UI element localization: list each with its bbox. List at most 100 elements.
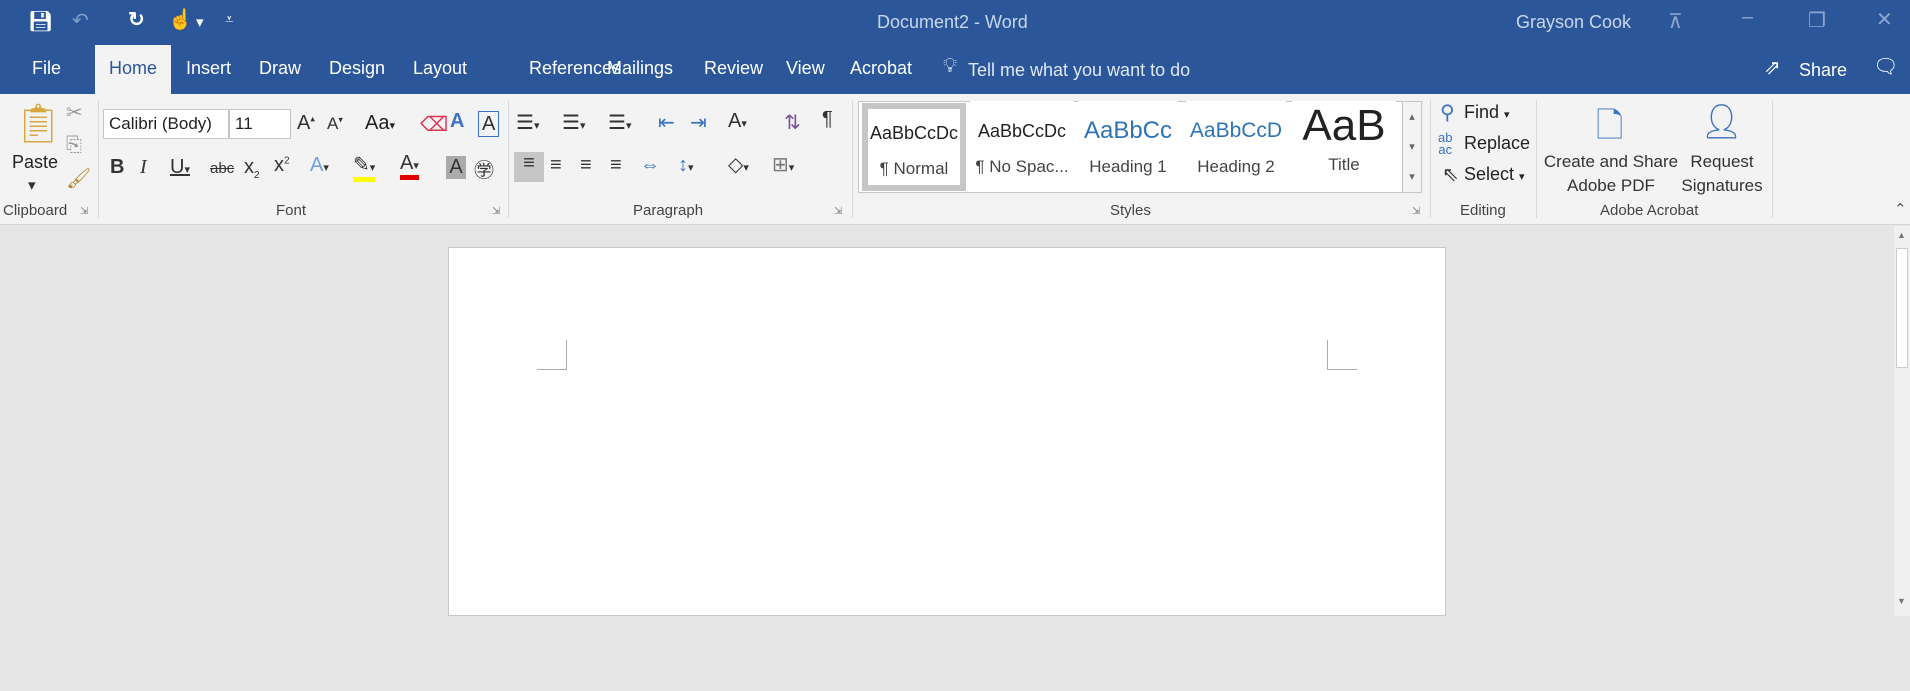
format-painter-icon[interactable]: 🖌︎ — [66, 166, 91, 191]
ribbon-display-icon[interactable]: ⊼ — [1668, 9, 1683, 34]
grow-font-icon[interactable]: A▴ — [297, 112, 315, 135]
character-shading-icon[interactable]: A — [446, 156, 466, 179]
lightbulb-icon: 💡︎ — [943, 55, 957, 77]
styles-group-label: Styles — [1110, 202, 1151, 219]
undo-icon[interactable]: ↶ — [72, 8, 89, 33]
font-name-value: Calibri (Body) — [109, 114, 212, 133]
change-case-label: Aa — [365, 112, 390, 134]
tab-design[interactable]: Design — [317, 45, 397, 94]
italic-icon[interactable]: I — [140, 156, 147, 179]
copy-icon[interactable]: ⎘ — [66, 134, 82, 157]
save-icon[interactable]: 💾︎ — [28, 9, 53, 34]
dialog-launcher-icon[interactable]: ⇲ — [80, 206, 88, 217]
tell-me-input[interactable]: Tell me what you want to do — [968, 60, 1190, 81]
ribbon: 📋︎ Paste ▾ ✂ ⎘ 🖌︎ Clipboard ⇲ Calibri (B… — [0, 94, 1910, 225]
style-heading-2[interactable]: AaBbCcD Heading 2 — [1186, 101, 1286, 183]
ribbon-tabs: File Home Insert Draw Design Layout Refe… — [0, 45, 1910, 94]
chevron-down-icon[interactable]: ▾ — [196, 13, 204, 31]
clear-formatting-icon[interactable]: ⌫ — [420, 112, 448, 137]
text-effects-abc-icon[interactable]: A — [450, 110, 464, 133]
tab-view[interactable]: View — [774, 45, 837, 94]
styles-scroll[interactable]: ▴ ▾ ▾ — [1402, 101, 1422, 193]
tab-home[interactable]: Home — [95, 45, 171, 94]
tab-insert[interactable]: Insert — [174, 45, 243, 94]
subscript-icon[interactable]: x2 — [244, 156, 260, 181]
redo-icon[interactable]: ↻ — [128, 7, 145, 32]
touch-mode-icon[interactable]: ☝ — [168, 7, 193, 32]
shrink-font-icon[interactable]: A▾ — [327, 114, 343, 134]
request-signatures-button[interactable]: Request Signatures — [1678, 150, 1766, 198]
borders-icon[interactable]: ⊞▾ — [772, 152, 794, 177]
multilevel-list-icon[interactable]: ☰▾ — [608, 110, 631, 135]
restore-icon[interactable]: ❐ — [1808, 8, 1826, 33]
bold-icon[interactable]: B — [110, 156, 124, 179]
change-case-button[interactable]: Aa▾ — [365, 112, 395, 135]
align-right-icon[interactable]: ≡ — [580, 154, 592, 177]
dialog-launcher-icon[interactable]: ⇲ — [834, 206, 842, 217]
replace-button[interactable]: Replace — [1464, 133, 1530, 154]
show-formatting-icon[interactable]: ¶ — [822, 108, 833, 131]
vertical-scrollbar[interactable]: ▲ ▼ — [1894, 226, 1910, 616]
character-border-icon[interactable]: A — [478, 111, 500, 137]
document-page[interactable] — [448, 247, 1446, 616]
line-spacing-icon[interactable]: ↕▾ — [678, 154, 694, 177]
font-name-combobox[interactable]: Calibri (Body) — [103, 109, 229, 139]
style-no-spacing[interactable]: AaBbCcDc ¶ No Spac... — [970, 101, 1074, 183]
sort-icon[interactable]: ⇅ — [784, 110, 801, 135]
style-normal[interactable]: AaBbCcDc ¶ Normal — [862, 103, 966, 191]
tab-layout[interactable]: Layout — [401, 45, 479, 94]
justify-icon[interactable]: ≡ — [610, 154, 622, 177]
paste-button[interactable]: Paste — [12, 152, 58, 173]
enclose-characters-icon[interactable]: ㊫ — [474, 154, 494, 183]
tab-mailings[interactable]: Mailings — [595, 45, 685, 94]
distributed-icon[interactable]: ⇔ — [640, 154, 660, 177]
user-name[interactable]: Grayson Cook — [1516, 12, 1631, 33]
select-label: Select — [1464, 164, 1515, 184]
dialog-launcher-icon[interactable]: ⇲ — [1412, 206, 1420, 217]
dialog-launcher-icon[interactable]: ⇲ — [492, 206, 500, 217]
increase-indent-icon[interactable]: ⇥ — [690, 110, 707, 135]
strikethrough-icon[interactable]: abc — [210, 160, 234, 177]
tab-draw[interactable]: Draw — [247, 45, 313, 94]
collapse-ribbon-icon[interactable]: ⌃ — [1894, 200, 1907, 218]
bullets-icon[interactable]: ☰▾ — [516, 110, 539, 135]
text-effects-icon[interactable]: A▾ — [310, 154, 329, 177]
cut-icon[interactable]: ✂ — [66, 100, 83, 125]
request-signatures-icon[interactable]: 👤︎ — [1700, 102, 1743, 142]
align-left-icon[interactable]: ≡ — [514, 152, 544, 182]
comments-icon[interactable]: 🗨︎ — [1873, 54, 1898, 79]
decrease-indent-icon[interactable]: ⇤ — [658, 110, 675, 135]
select-button[interactable]: Select ▾ — [1464, 164, 1525, 185]
shading-icon[interactable]: ◇▾ — [728, 152, 749, 177]
tab-review[interactable]: Review — [692, 45, 775, 94]
style-title[interactable]: AaB Title — [1292, 101, 1396, 183]
scrollbar-thumb[interactable] — [1896, 248, 1908, 368]
scroll-down-icon[interactable]: ▼ — [1897, 596, 1906, 606]
chevron-down-icon[interactable]: ▾ — [28, 176, 36, 194]
share-icon[interactable]: ⇗ — [1764, 55, 1781, 80]
underline-icon[interactable]: U▾ — [170, 156, 190, 179]
find-button[interactable]: Find ▾ — [1464, 102, 1510, 123]
tab-acrobat[interactable]: Acrobat — [838, 45, 924, 94]
style-heading-1[interactable]: AaBbCc Heading 1 — [1078, 101, 1178, 183]
select-cursor-icon[interactable]: ⇖ — [1442, 162, 1459, 187]
font-color-icon[interactable]: A▾ — [400, 152, 419, 180]
find-icon[interactable]: ⚲ — [1440, 100, 1455, 125]
tab-file[interactable]: File — [20, 45, 73, 94]
clipboard-label: Clipboard — [3, 202, 68, 219]
close-icon[interactable]: ✕ — [1876, 7, 1893, 32]
replace-icon[interactable]: ab ac — [1438, 131, 1452, 156]
font-size-combobox[interactable]: 11 — [229, 109, 291, 139]
customize-qat-icon[interactable]: ⩡ — [225, 11, 233, 28]
align-center-icon[interactable]: ≡ — [550, 154, 562, 177]
minimize-icon[interactable]: – — [1742, 6, 1753, 29]
paragraph-group-label: Paragraph — [633, 202, 704, 219]
highlight-icon[interactable]: ✎▾ — [353, 152, 376, 182]
share-button[interactable]: Share — [1799, 60, 1847, 81]
numbering-icon[interactable]: ☰▾ — [562, 110, 585, 135]
superscript-icon[interactable]: x2 — [274, 154, 290, 177]
scroll-up-icon[interactable]: ▲ — [1897, 230, 1906, 240]
asian-layout-icon[interactable]: A▾ — [728, 110, 747, 133]
create-share-pdf-button[interactable]: Create and Share Adobe PDF — [1540, 150, 1682, 198]
paste-icon[interactable]: 📋︎ — [14, 102, 62, 146]
